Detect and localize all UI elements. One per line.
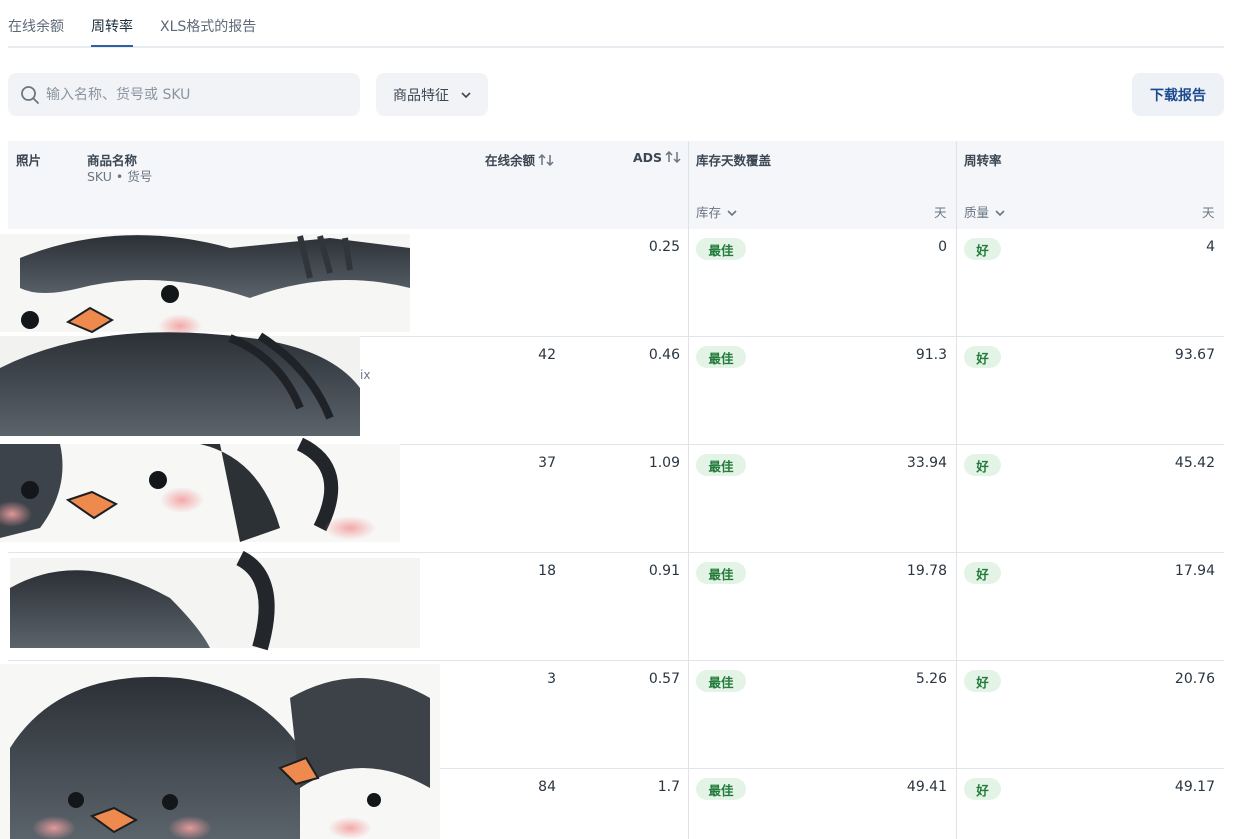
search-input[interactable] (46, 73, 346, 116)
header-stock-days-group: 库存天数覆盖 (696, 153, 772, 168)
online-balance-value: 84 (538, 779, 556, 795)
header-online-balance-label: 在线余额 (485, 153, 536, 168)
download-report-button[interactable]: 下载报告 (1132, 73, 1224, 116)
ads-value: 0.91 (648, 563, 680, 579)
stock-days-value: 33.94 (906, 455, 947, 471)
turnover-days-value: 4 (1206, 239, 1215, 255)
stock-days-value: 5.26 (915, 671, 947, 687)
chevron-down-icon (995, 210, 1005, 217)
ads-value: 0.25 (648, 239, 680, 255)
header-stock-days: 天 (934, 205, 947, 220)
column-divider (956, 141, 957, 229)
chevron-down-icon (727, 210, 737, 217)
online-balance-value: 18 (538, 563, 556, 579)
stock-days-value: 91.3 (915, 347, 947, 363)
tab-bar: 在线余额 周转率 XLS格式的报告 (8, 0, 1224, 48)
column-divider (688, 141, 689, 229)
tab-turnover[interactable]: 周转率 (91, 16, 133, 47)
header-turnover-days: 天 (1202, 205, 1215, 220)
sort-icon (665, 151, 681, 163)
turnover-days-value: 17.94 (1174, 563, 1215, 579)
stock-status-badge: 最佳 (696, 454, 746, 476)
quality-badge: 好 (964, 562, 1001, 584)
stock-status-badge: 最佳 (696, 562, 746, 584)
ads-value: 0.57 (648, 671, 680, 687)
stock-status-badge: 最佳 (696, 238, 746, 260)
stock-days-value: 0 (938, 239, 947, 255)
header-stock[interactable]: 库存 (696, 202, 737, 221)
turnover-days-value: 45.42 (1174, 455, 1215, 471)
quality-badge: 好 (964, 238, 1001, 260)
sort-icon (538, 154, 554, 166)
quality-badge: 好 (964, 670, 1001, 692)
ads-value: 1.7 (657, 779, 680, 795)
tab-online-balance[interactable]: 在线余额 (8, 16, 64, 36)
online-balance-value: 42 (538, 347, 556, 363)
ads-value: 1.09 (648, 455, 680, 471)
header-turnover-group: 周转率 (964, 153, 1002, 168)
ads-value: 0.46 (648, 347, 680, 363)
penguin-illustration (0, 234, 440, 839)
header-ads-label: ADS (633, 150, 663, 165)
turnover-days-value: 49.17 (1174, 779, 1215, 795)
stock-status-badge: 最佳 (696, 778, 746, 800)
search-box (8, 73, 360, 116)
header-quality[interactable]: 质量 (964, 202, 1005, 221)
turnover-days-value: 93.67 (1174, 347, 1215, 363)
table-header: 照片 商品名称 SKU • 货号 在线余额 ADS 库存天数覆盖 库存 天 周转… (8, 141, 1224, 229)
product-feature-label: 商品特征 (393, 87, 449, 104)
stock-status-badge: 最佳 (696, 346, 746, 368)
online-balance-value: 37 (538, 455, 556, 471)
header-online-balance[interactable]: 在线余额 (485, 150, 554, 169)
search-icon (21, 86, 39, 104)
header-photo: 照片 (16, 153, 42, 168)
quality-badge: 好 (964, 346, 1001, 368)
product-feature-dropdown[interactable]: 商品特征 (376, 73, 488, 116)
tab-xls-report[interactable]: XLS格式的报告 (160, 16, 256, 36)
quality-badge: 好 (964, 778, 1001, 800)
quality-badge: 好 (964, 454, 1001, 476)
stock-days-value: 49.41 (906, 779, 947, 795)
chevron-down-icon (461, 91, 471, 98)
online-balance-value: 3 (547, 671, 556, 687)
turnover-days-value: 20.76 (1174, 671, 1215, 687)
header-stock-label: 库存 (696, 205, 722, 220)
stock-days-value: 19.78 (906, 563, 947, 579)
stock-status-badge: 最佳 (696, 670, 746, 692)
header-ads[interactable]: ADS (633, 150, 681, 165)
header-sku-code: SKU • 货号 (87, 169, 153, 184)
column-divider (688, 229, 689, 839)
column-divider (956, 229, 957, 839)
header-quality-label: 质量 (964, 205, 990, 220)
